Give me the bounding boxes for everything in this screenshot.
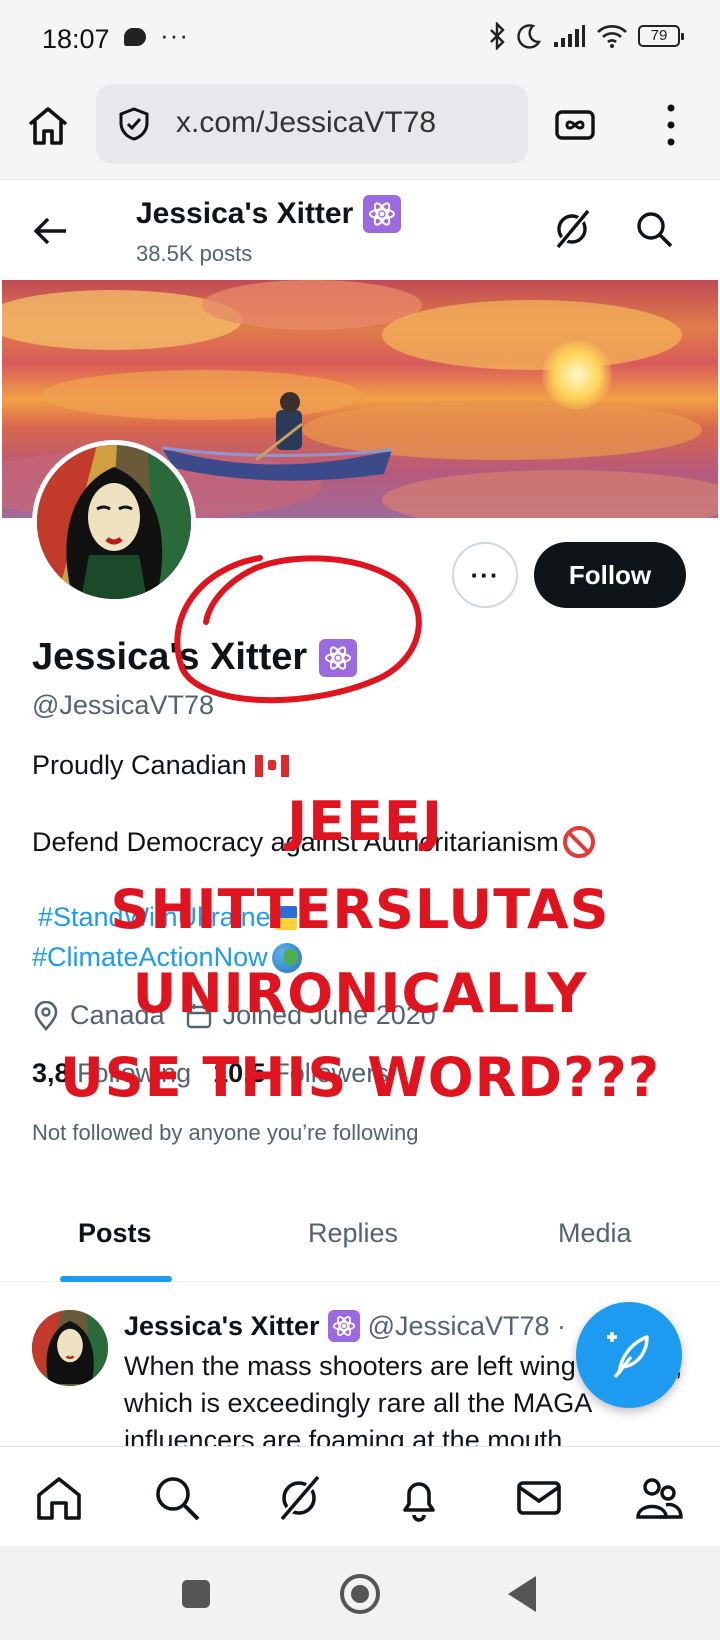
- status-icons: 79: [488, 22, 684, 50]
- status-bar: 18:07 ··· 79: [0, 0, 720, 80]
- overlay-caption-line: USE THIS WORD???: [59, 1046, 661, 1109]
- address-bar[interactable]: x.com/JessicaVT78: [96, 84, 528, 164]
- overlay-caption-line: UNIRONICALLY: [132, 962, 588, 1025]
- header-title-text: Jessica's Xitter: [136, 197, 354, 230]
- wifi-icon: [597, 25, 627, 48]
- status-time: 18:07: [42, 24, 110, 54]
- post-header: Jessica's Xitter @JessicaVT78 ·: [124, 1310, 566, 1342]
- bio-line: Proudly Canadian: [32, 750, 289, 781]
- home-icon[interactable]: [34, 1473, 84, 1523]
- banner-cloud: [202, 280, 422, 330]
- battery-indicator: 79: [638, 25, 684, 47]
- home-icon[interactable]: [24, 102, 72, 150]
- bell-icon[interactable]: [394, 1473, 444, 1523]
- profile-display-name: Jessica's Xitter: [32, 636, 358, 679]
- bluetooth-icon: [490, 22, 505, 50]
- post-author-handle[interactable]: @JessicaVT78 ·: [368, 1311, 566, 1342]
- status-more: ···: [160, 20, 189, 50]
- follow-button[interactable]: Follow: [534, 542, 686, 608]
- bio-text: Proudly Canadian: [32, 750, 247, 780]
- system-home-button[interactable]: [340, 1574, 380, 1614]
- bottom-navigation: [0, 1446, 720, 1546]
- banner-sun: [542, 340, 612, 410]
- canoe-figure: [161, 392, 393, 481]
- header-post-count: 38.5K posts: [136, 241, 253, 266]
- post-author-name[interactable]: Jessica's Xitter: [124, 1311, 320, 1342]
- grok-icon[interactable]: [274, 1473, 324, 1523]
- back-arrow-icon[interactable]: [30, 211, 70, 251]
- active-tab-indicator: [60, 1276, 172, 1282]
- canada-flag-icon: [254, 754, 289, 777]
- tab-posts[interactable]: Posts: [78, 1218, 152, 1249]
- tab-switcher-icon[interactable]: [554, 104, 596, 146]
- tab-replies[interactable]: Replies: [308, 1218, 398, 1249]
- system-navigation-bar: [0, 1546, 720, 1640]
- compose-post-button[interactable]: [576, 1302, 682, 1408]
- overlay-caption-line: JEEEJ: [287, 790, 443, 853]
- overlay-caption-line: SHITTERSLUTAS: [110, 878, 610, 941]
- atom-badge-icon: [327, 1310, 360, 1342]
- grok-icon[interactable]: [550, 207, 594, 251]
- signal-icon: [554, 25, 585, 47]
- more-options-button[interactable]: ···: [452, 542, 518, 608]
- atom-badge-icon: [363, 195, 402, 233]
- post-avatar[interactable]: [32, 1310, 108, 1386]
- chat-notification-icon: [124, 28, 146, 46]
- kebab-menu-icon[interactable]: [656, 100, 686, 150]
- compose-feather-icon: [607, 1332, 649, 1379]
- tab-media[interactable]: Media: [558, 1218, 632, 1249]
- recent-apps-button[interactable]: [182, 1580, 210, 1608]
- profile-name-text: Jessica's Xitter: [32, 636, 308, 678]
- do-not-disturb-moon-icon: [517, 24, 542, 49]
- profile-avatar[interactable]: [32, 440, 196, 604]
- profile-handle: @JessicaVT78: [32, 690, 214, 720]
- not-followed-note: Not followed by anyone you’re following: [32, 1120, 419, 1145]
- communities-icon[interactable]: [634, 1473, 684, 1523]
- system-back-button[interactable]: [508, 1576, 536, 1612]
- banner-cloud: [382, 300, 682, 370]
- mail-icon[interactable]: [514, 1473, 564, 1523]
- profile-header-bar: Jessica's Xitter 38.5K posts: [0, 181, 720, 279]
- banner-cloud: [382, 470, 718, 518]
- search-icon[interactable]: [634, 209, 674, 249]
- search-icon[interactable]: [152, 1473, 202, 1523]
- header-title: Jessica's Xitter: [136, 195, 402, 233]
- url-text[interactable]: x.com/JessicaVT78: [176, 106, 436, 140]
- shield-icon[interactable]: [116, 106, 152, 142]
- atom-badge-icon: [319, 638, 358, 677]
- browser-toolbar: x.com/JessicaVT78: [0, 80, 720, 180]
- profile-tabs: Posts Replies Media: [0, 1180, 720, 1282]
